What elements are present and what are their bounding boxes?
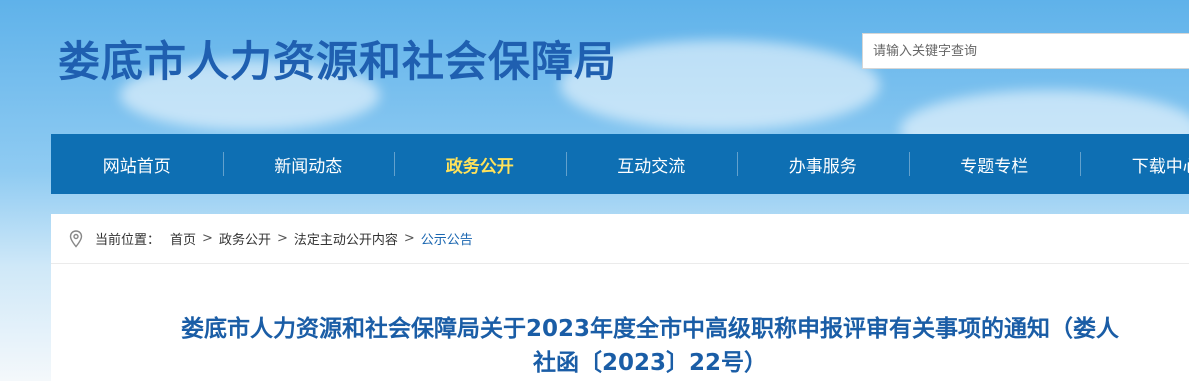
nav-item-news[interactable]: 新闻动态 — [222, 134, 395, 194]
article-title-line: 社函〔2023〕22号） — [532, 350, 768, 376]
breadcrumb-home[interactable]: 首页 — [170, 229, 196, 248]
breadcrumb-separator: > — [403, 231, 415, 246]
breadcrumb-separator: > — [202, 231, 213, 246]
nav-item-gov-affairs[interactable]: 政务公开 — [394, 134, 566, 194]
nav-item-topics[interactable]: 专题专栏 — [908, 134, 1081, 194]
article-title-line: 娄底市人力资源和社会保障局关于2023年度全市中高级职称申报评审有关事项的通知（… — [180, 316, 1119, 342]
article-title: 娄底市人力资源和社会保障局关于2023年度全市中高级职称申报评审有关事项的通知（… — [119, 312, 1181, 380]
location-pin-icon — [69, 229, 83, 248]
nav-item-interaction[interactable]: 互动交流 — [565, 134, 738, 194]
nav-item-services[interactable]: 办事服务 — [737, 134, 909, 194]
breadcrumb: 当前位置： 首页 > 政务公开 > 法定主动公开内容 > 公示公告 — [51, 214, 1189, 264]
breadcrumb-announcements[interactable]: 公示公告 — [421, 229, 473, 248]
breadcrumb-separator: > — [276, 231, 288, 246]
search-input[interactable] — [863, 34, 1189, 68]
breadcrumb-gov-affairs[interactable]: 政务公开 — [219, 229, 271, 248]
main-nav: 网站首页 新闻动态 政务公开 互动交流 办事服务 专题专栏 下载中心 — [51, 134, 1189, 194]
content-panel: 当前位置： 首页 > 政务公开 > 法定主动公开内容 > 公示公告 娄底市人力资… — [51, 214, 1189, 381]
breadcrumb-label: 当前位置： — [95, 233, 161, 248]
breadcrumb-statutory-content[interactable]: 法定主动公开内容 — [294, 229, 398, 248]
nav-item-downloads[interactable]: 下载中心 — [1080, 134, 1189, 194]
site-title[interactable]: 娄底市人力资源和社会保障局 — [58, 28, 617, 89]
search-box[interactable] — [862, 33, 1189, 69]
nav-item-home[interactable]: 网站首页 — [51, 134, 223, 194]
